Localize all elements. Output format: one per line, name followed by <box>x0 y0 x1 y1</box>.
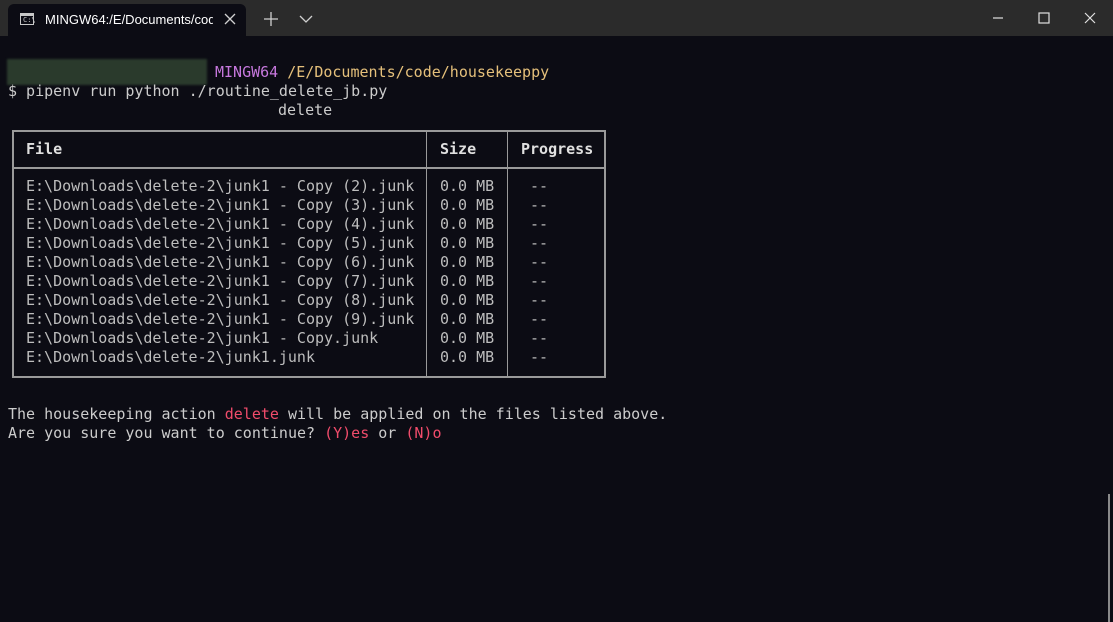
size-cell: 0.0 MB <box>440 234 495 252</box>
column-header-progress: Progress <box>521 140 594 158</box>
file-cell: E:\Downloads\delete-2\junk1 - Copy (4).j… <box>26 215 415 233</box>
progress-cell: -- <box>530 234 549 252</box>
confirmation-prompt: Are you sure you want to continue? (Y)es… <box>8 424 441 443</box>
progress-cell: -- <box>530 215 549 233</box>
table-row: E:\Downloads\delete-2\junk1 - Copy (5).j… <box>12 234 606 253</box>
progress-cell: -- <box>530 291 549 309</box>
table-row: E:\Downloads\delete-2\junk1 - Copy (9).j… <box>12 310 606 329</box>
title-bar: C:\ MINGW64:/E/Documents/code/ <box>0 0 1113 36</box>
table-row: E:\Downloads\delete-2\junk1 - Copy.junk … <box>12 329 606 348</box>
message-text: will be applied on the files listed abov… <box>278 405 668 423</box>
yes-option: (Y)es <box>324 424 370 442</box>
size-cell: 0.0 MB <box>440 272 495 290</box>
terminal-icon: C:\ <box>20 13 36 25</box>
progress-cell: -- <box>530 272 549 290</box>
scrollbar[interactable] <box>1108 494 1110 622</box>
progress-cell: -- <box>530 253 549 271</box>
maximize-button[interactable] <box>1021 0 1067 36</box>
file-cell: E:\Downloads\delete-2\junk1 - Copy (8).j… <box>26 291 415 309</box>
size-cell: 0.0 MB <box>440 215 495 233</box>
table-row: E:\Downloads\delete-2\junk1 - Copy (6).j… <box>12 253 606 272</box>
chevron-down-icon[interactable] <box>297 10 315 28</box>
terminal-output[interactable]: MINGW64 /E/Documents/code/housekeeppy $ … <box>0 36 1113 622</box>
file-cell: E:\Downloads\delete-2\junk1 - Copy (3).j… <box>26 196 415 214</box>
prompt-text: or <box>369 424 406 442</box>
table-row: E:\Downloads\delete-2\junk1 - Copy (8).j… <box>12 291 606 310</box>
table-row: E:\Downloads\delete-2\junk1 - Copy (7).j… <box>12 272 606 291</box>
minimize-button[interactable] <box>975 0 1021 36</box>
size-cell: 0.0 MB <box>440 348 495 366</box>
file-cell: E:\Downloads\delete-2\junk1.junk <box>26 348 315 366</box>
size-cell: 0.0 MB <box>440 329 495 347</box>
size-cell: 0.0 MB <box>440 196 495 214</box>
column-header-size: Size <box>440 140 477 158</box>
file-cell: E:\Downloads\delete-2\junk1 - Copy (9).j… <box>26 310 415 328</box>
prompt-env: MINGW64 <box>215 63 279 81</box>
confirmation-message: The housekeeping action delete will be a… <box>8 405 667 424</box>
table-row: E:\Downloads\delete-2\junk1 - Copy (4).j… <box>12 215 606 234</box>
close-icon <box>1084 12 1096 24</box>
file-cell: E:\Downloads\delete-2\junk1 - Copy.junk <box>26 329 379 347</box>
file-cell: E:\Downloads\delete-2\junk1 - Copy (5).j… <box>26 234 415 252</box>
tab-title: MINGW64:/E/Documents/code/ <box>45 12 213 27</box>
file-cell: E:\Downloads\delete-2\junk1 - Copy (7).j… <box>26 272 415 290</box>
prompt-path: /E/Documents/code/housekeeppy <box>287 63 550 81</box>
progress-cell: -- <box>530 310 549 328</box>
table-row: E:\Downloads\delete-2\junk1 - Copy (2).j… <box>12 177 606 196</box>
message-text: The housekeeping action <box>8 405 225 423</box>
size-cell: 0.0 MB <box>440 253 495 271</box>
progress-cell: -- <box>530 196 549 214</box>
table-title: delete <box>278 101 333 119</box>
progress-cell: -- <box>530 329 549 347</box>
size-cell: 0.0 MB <box>440 310 495 328</box>
table-row: E:\Downloads\delete-2\junk1 - Copy (3).j… <box>12 196 606 215</box>
maximize-icon <box>1038 12 1050 24</box>
action-name: delete <box>224 405 279 423</box>
terminal-tab[interactable]: C:\ MINGW64:/E/Documents/code/ <box>8 4 246 36</box>
column-header-file: File <box>26 140 63 158</box>
table-header-divider <box>12 167 606 169</box>
new-tab-plus-icon[interactable] <box>262 10 280 28</box>
size-cell: 0.0 MB <box>440 291 495 309</box>
close-window-button[interactable] <box>1067 0 1113 36</box>
progress-cell: -- <box>530 177 549 195</box>
prompt-line: MINGW64 /E/Documents/code/housekeeppy <box>215 63 549 82</box>
minimize-icon <box>993 17 1003 19</box>
close-tab-icon[interactable] <box>221 10 239 28</box>
prompt-text: Are you sure you want to continue? <box>8 424 325 442</box>
no-option: (N)o <box>405 424 442 442</box>
command-line: $ pipenv run python ./routine_delete_jb.… <box>8 82 388 100</box>
file-cell: E:\Downloads\delete-2\junk1 - Copy (6).j… <box>26 253 415 271</box>
size-cell: 0.0 MB <box>440 177 495 195</box>
progress-cell: -- <box>530 348 549 366</box>
table-row: E:\Downloads\delete-2\junk1.junk 0.0 MB … <box>12 348 606 367</box>
file-cell: E:\Downloads\delete-2\junk1 - Copy (2).j… <box>26 177 415 195</box>
